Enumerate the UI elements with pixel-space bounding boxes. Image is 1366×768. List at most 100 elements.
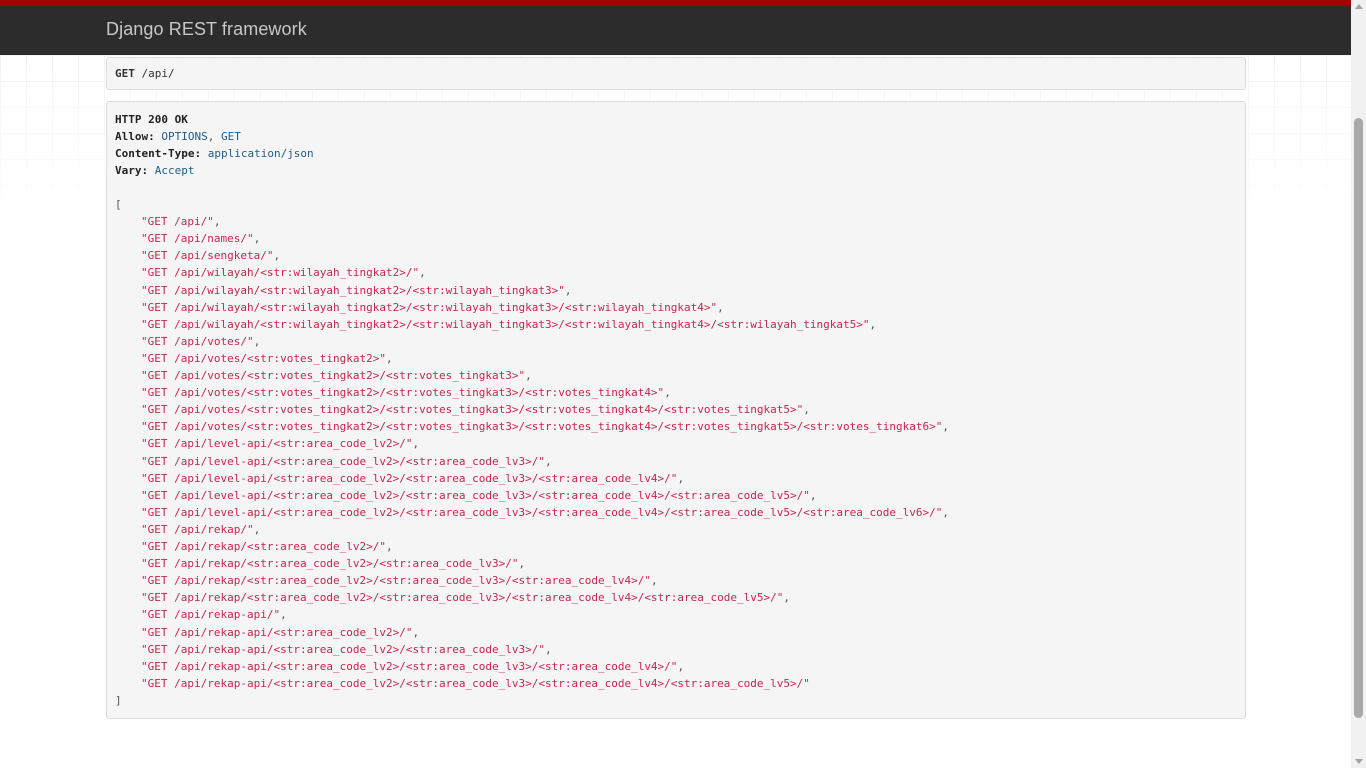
request-method: GET [115, 67, 135, 80]
json-list-item: "GET /api/rekap/<str:area_code_lv2>/<str… [141, 574, 658, 587]
json-string: "GET /api/wilayah/<str:wilayah_tingkat2>… [141, 283, 565, 297]
json-list-item: "GET /api/rekap/<str:area_code_lv2>/", [141, 540, 393, 553]
json-list-item: "GET /api/votes/<str:votes_tingkat2>/<st… [141, 420, 949, 433]
json-string: "GET /api/rekap/" [141, 522, 254, 536]
json-list-item: "GET /api/names/", [141, 232, 260, 245]
json-string: "GET /api/rekap/<str:area_code_lv2>/<str… [141, 591, 784, 605]
json-comma: , [677, 659, 685, 673]
json-comma: , [809, 488, 817, 502]
json-string: "GET /api/rekap-api/<str:area_code_lv2>/… [141, 676, 810, 690]
json-comma: , [942, 420, 949, 434]
json-list-item: "GET /api/level-api/<str:area_code_lv2>/… [141, 472, 684, 485]
json-list-item: "GET /api/rekap/<str:area_code_lv2>/<str… [141, 591, 790, 604]
header-name: Content-Type: [115, 147, 208, 161]
json-comma: , [386, 540, 393, 553]
json-string: "GET /api/sengketa/" [141, 249, 274, 263]
navbar: Django REST framework [0, 0, 1351, 55]
scroll-down-arrow-icon[interactable] [1355, 759, 1363, 764]
json-string: "GET /api/names/" [141, 232, 254, 246]
json-string: "GET /api/level-api/<str:area_code_lv2>/… [141, 437, 413, 451]
json-comma: , [386, 351, 393, 365]
json-list-item: "GET /api/wilayah/<str:wilayah_tingkat2>… [141, 266, 426, 279]
json-string: "GET /api/rekap-api/" [141, 608, 281, 622]
vertical-scrollbar[interactable] [1351, 0, 1366, 768]
header-name: Vary: [115, 164, 155, 178]
json-comma: , [677, 471, 685, 485]
json-comma: , [518, 557, 526, 571]
json-string: "GET /api/rekap-api/<str:area_code_lv2>/… [141, 659, 678, 673]
json-list-item: "GET /api/votes/<str:votes_tingkat2>/<st… [141, 403, 810, 416]
json-list-item: "GET /api/level-api/<str:area_code_lv2>/… [141, 437, 419, 450]
json-comma: , [412, 625, 420, 639]
json-list-item: "GET /api/votes/<str:votes_tingkat2>/<st… [141, 369, 532, 382]
json-string: "GET /api/wilayah/<str:wilayah_tingkat2>… [141, 300, 718, 314]
response-header: Vary: Accept [115, 164, 195, 177]
json-string: "GET /api/level-api/<str:area_code_lv2>/… [141, 505, 943, 519]
json-string: "GET /api/votes/<str:votes_tingkat2>/<st… [141, 386, 665, 400]
json-list-item: "GET /api/votes/", [141, 335, 260, 348]
json-string: "GET /api/rekap/<str:area_code_lv2>/<str… [141, 574, 651, 588]
json-comma: , [650, 574, 658, 588]
json-list-item: "GET /api/", [141, 215, 220, 228]
scroll-thumb[interactable] [1354, 118, 1363, 718]
scroll-up-arrow-icon[interactable] [1355, 4, 1363, 9]
json-string: "GET /api/votes/<str:votes_tingkat2>" [141, 351, 387, 365]
json-comma: , [869, 317, 877, 331]
json-string: "GET /api/rekap-api/<str:area_code_lv2>/… [141, 625, 413, 639]
json-string: "GET /api/votes/<str:votes_tingkat2>/<st… [141, 369, 526, 382]
json-list-item: "GET /api/rekap-api/<str:area_code_lv2>/… [141, 677, 810, 690]
json-open-bracket: [ [115, 198, 122, 211]
json-list-item: "GET /api/level-api/<str:area_code_lv2>/… [141, 455, 552, 468]
json-comma: , [717, 300, 724, 314]
json-list-item: "GET /api/rekap-api/", [141, 608, 287, 621]
json-string: "GET /api/level-api/<str:area_code_lv2>/… [141, 471, 678, 485]
json-string: "GET /api/rekap/<str:area_code_lv2>/" [141, 540, 387, 553]
json-comma: , [783, 591, 791, 605]
request-line: GET /api/ [115, 67, 175, 80]
json-list-item: "GET /api/wilayah/<str:wilayah_tingkat2>… [141, 301, 724, 314]
json-string: "GET /api/votes/" [141, 334, 254, 348]
json-comma: , [544, 642, 552, 656]
json-list-item: "GET /api/votes/<str:votes_tingkat2>", [141, 352, 393, 365]
json-comma: , [273, 249, 281, 263]
json-list-item: "GET /api/sengketa/", [141, 249, 280, 262]
json-list-item: "GET /api/rekap-api/<str:area_code_lv2>/… [141, 660, 684, 673]
json-list-item: "GET /api/wilayah/<str:wilayah_tingkat2>… [141, 318, 876, 331]
request-info: GET /api/ [106, 57, 1246, 90]
json-list-item: "GET /api/rekap/<str:area_code_lv2>/<str… [141, 557, 525, 570]
response-header: Content-Type: application/json [115, 147, 314, 160]
json-comma: , [253, 232, 261, 246]
json-comma: , [412, 437, 420, 451]
json-string: "GET /api/wilayah/<str:wilayah_tingkat2>… [141, 317, 870, 331]
header-value: OPTIONS [161, 130, 208, 144]
json-comma: , [525, 369, 532, 382]
json-string: "GET /api/votes/<str:votes_tingkat2>/<st… [141, 403, 804, 417]
json-comma: , [253, 334, 261, 348]
json-list-item: "GET /api/level-api/<str:area_code_lv2>/… [141, 506, 949, 519]
brand-link[interactable]: Django REST framework [106, 19, 307, 40]
response-info: HTTP 200 OK Allow: OPTIONS, GET Content-T… [106, 101, 1246, 719]
json-list-item: "GET /api/rekap-api/<str:area_code_lv2>/… [141, 626, 419, 639]
status-line: HTTP 200 OK [115, 113, 188, 126]
json-comma: , [419, 266, 426, 280]
json-comma: , [280, 608, 287, 622]
json-string: "GET /api/wilayah/<str:wilayah_tingkat2>… [141, 266, 420, 280]
json-comma: , [664, 386, 671, 400]
json-string: "GET /api/rekap/<str:area_code_lv2>/<str… [141, 557, 519, 571]
json-close-bracket: ] [115, 693, 122, 707]
header-value: GET [220, 130, 241, 144]
json-comma: , [544, 454, 552, 468]
header-value: , [207, 130, 221, 144]
json-list-item: "GET /api/rekap-api/<str:area_code_lv2>/… [141, 643, 552, 656]
json-comma: , [253, 522, 261, 536]
json-comma: , [942, 505, 949, 519]
json-list-item: "GET /api/level-api/<str:area_code_lv2>/… [141, 489, 817, 502]
json-string: "GET /api/rekap-api/<str:area_code_lv2>/… [141, 642, 545, 656]
response-header: Allow: OPTIONS, GET [115, 130, 241, 143]
header-value: Accept [154, 164, 195, 178]
request-path: /api/ [141, 67, 175, 80]
json-comma: , [213, 215, 221, 229]
header-name: Allow: [115, 130, 162, 144]
json-comma: , [564, 283, 572, 297]
json-string: "GET /api/votes/<str:votes_tingkat2>/<st… [141, 420, 943, 434]
